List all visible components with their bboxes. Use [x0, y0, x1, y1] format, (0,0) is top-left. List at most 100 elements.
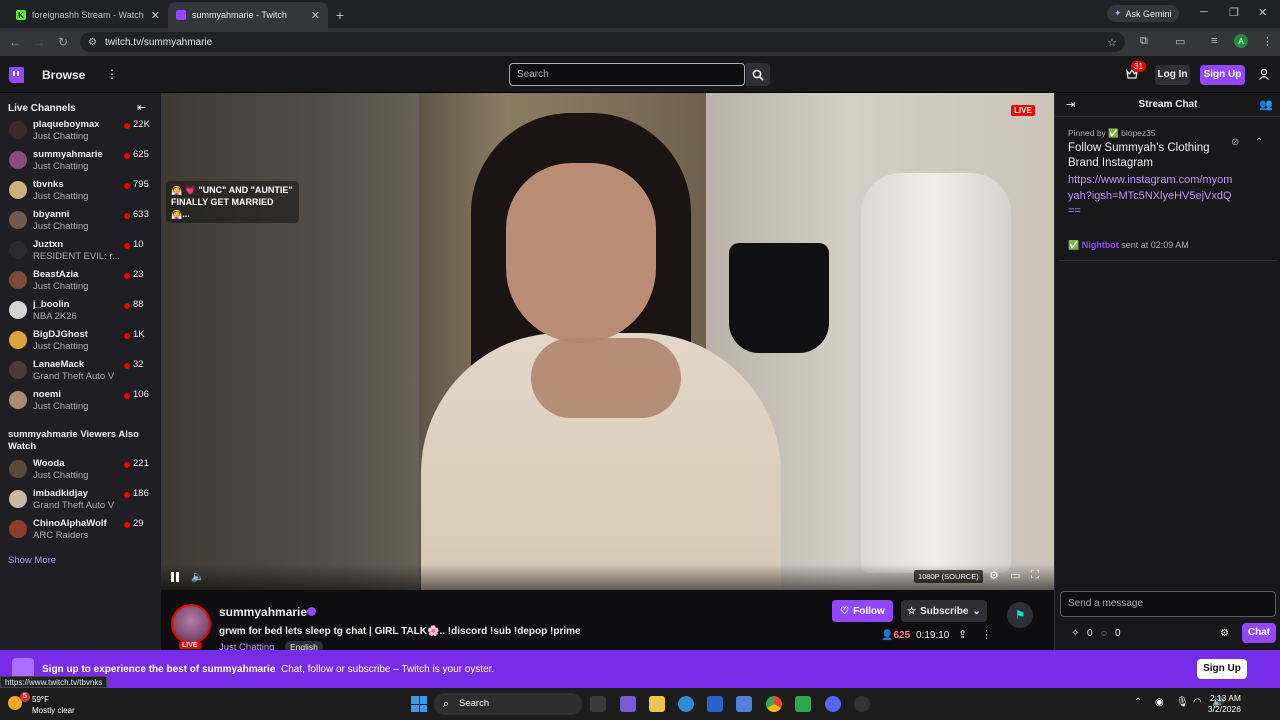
signup-button[interactable]: Sign Up [1200, 65, 1245, 85]
sidebar-channel-item[interactable]: noemi Just Chatting 106 [0, 385, 161, 415]
share-icon[interactable]: ⇪ [958, 628, 967, 641]
file-explorer-icon[interactable] [649, 696, 665, 712]
new-tab-button[interactable]: + [328, 2, 352, 28]
browser-tab-twitch[interactable]: summyahmarie - Twitch ✕ [168, 2, 328, 28]
sidebar-channel-item[interactable]: LanaeMack Grand Theft Auto V 32 [0, 355, 161, 385]
tab-title: summyahmarie - Twitch [192, 10, 287, 20]
channel-avatar [9, 241, 27, 259]
fullscreen-icon[interactable]: ⛶ [1031, 569, 1039, 582]
subscribe-button[interactable]: ☆ Subscribe ⌄ [901, 600, 987, 622]
pinned-instagram-link[interactable]: https://www.instagram.com/myomyah?igsh=M… [1068, 173, 1233, 220]
pause-icon[interactable] [171, 572, 179, 582]
browse-link[interactable]: Browse [42, 68, 85, 82]
chat-settings-icon[interactable]: ⚙ [1220, 628, 1229, 639]
follow-button[interactable]: ♡ Follow [832, 600, 893, 622]
network-app-icon[interactable]: ◉ [1155, 697, 1164, 708]
sidebar-channel-item[interactable]: BeastAzia Just Chatting 23 [0, 265, 161, 295]
channel-category: RESIDENT EVIL: r... [33, 251, 120, 262]
restore-icon[interactable]: ❐ [1229, 6, 1239, 19]
app-icon[interactable] [795, 696, 811, 712]
discord-icon[interactable] [825, 696, 841, 712]
show-more-link[interactable]: Show More [8, 555, 56, 566]
sidebar-channel-item[interactable]: plaqueboymax Just Chatting 22K [0, 115, 161, 145]
sidebar-channel-item[interactable]: summyahmarie Just Chatting 625 [0, 145, 161, 175]
chrome-menu-icon[interactable]: ⋮ [1262, 35, 1273, 48]
address-bar[interactable]: ⚙ twitch.tv/summyahmarie ☆ [80, 32, 1125, 52]
sidebar-channel-item[interactable]: j_boolin NBA 2K26 88 [0, 295, 161, 325]
sidebar-channel-item[interactable]: BigDJGhost Just Chatting 1K [0, 325, 161, 355]
taskbar-search[interactable]: Search [434, 693, 582, 715]
live-dot-icon [124, 213, 130, 219]
pinned-message-text: Follow Summyah's Clothing Brand Instagra… [1068, 142, 1210, 169]
task-view-icon[interactable] [590, 696, 606, 712]
channel-avatar [9, 151, 27, 169]
pinned-footer: ✅ Nightbot sent at 02:09 AM [1068, 240, 1189, 251]
sidebar-channel-item[interactable]: Wooda Just Chatting 221 [0, 454, 161, 484]
bookmark-star-icon[interactable]: ☆ [1107, 36, 1117, 49]
chevron-up-icon[interactable]: ⌃ [1255, 137, 1263, 148]
bits-icon[interactable]: ✧ [1071, 628, 1079, 639]
reading-list-icon[interactable]: ≡ [1211, 35, 1217, 47]
chat-message-input[interactable]: Send a message [1060, 591, 1276, 617]
microphone-icon[interactable]: 🎙 [1176, 697, 1189, 708]
banner-signup-button[interactable]: Sign Up [1197, 659, 1247, 679]
channel-points-icon[interactable]: ◌ [1101, 628, 1107, 639]
close-tab-icon[interactable]: ✕ [311, 9, 320, 22]
reload-icon[interactable]: ↻ [51, 35, 75, 49]
volume-icon[interactable]: 🔈 [191, 570, 205, 583]
collapse-sidebar-icon[interactable]: ⇤ [137, 101, 146, 114]
windows-start-icon[interactable] [411, 696, 427, 712]
follow-label: Follow [853, 605, 885, 617]
edge-browser-icon[interactable] [678, 696, 694, 712]
chrome-browser-icon[interactable] [766, 696, 782, 712]
close-tab-icon[interactable]: ✕ [151, 9, 160, 22]
back-icon[interactable]: ← [3, 35, 27, 49]
gift-sub-button[interactable]: ⚑ [1007, 602, 1033, 628]
search-button[interactable] [746, 63, 770, 86]
user-icon[interactable] [1258, 68, 1270, 80]
hide-pin-icon[interactable]: ⊘ [1231, 137, 1239, 148]
sender-name[interactable]: Nightbot [1082, 240, 1119, 250]
settings-gear-icon[interactable]: ⚙ [989, 569, 999, 582]
community-icon[interactable]: 👥 [1259, 98, 1273, 111]
streamer-avatar[interactable] [171, 604, 211, 644]
store-icon[interactable] [707, 696, 723, 712]
live-dot-icon [124, 303, 130, 309]
wifi-icon[interactable]: ◠ [1193, 697, 1202, 708]
sidebar-channel-item[interactable]: bbyanni Just Chatting 633 [0, 205, 161, 235]
live-badge: LIVE [1011, 105, 1035, 116]
minimize-icon[interactable]: ─ [1200, 6, 1208, 18]
cast-icon[interactable]: ▭ [1175, 35, 1185, 48]
verified-icon [307, 607, 316, 616]
sidebar-channel-item[interactable]: ChinoAlphaWolf ARC Raiders 29 [0, 514, 161, 544]
sidebar-channel-item[interactable]: imbadkidjay Grand Theft Auto V 186 [0, 484, 161, 514]
outlook-icon[interactable] [736, 696, 752, 712]
more-options-icon[interactable]: ⋮ [981, 628, 992, 641]
site-info-icon[interactable]: ⚙ [88, 37, 97, 48]
twitch-logo-icon[interactable] [9, 67, 24, 83]
sidebar-channel-item[interactable]: Juztxn RESIDENT EVIL: r... 10 [0, 235, 161, 265]
video-player[interactable]: 👰 💗 "UNC" AND "AUNTIE" FINALLY GET MARRI… [161, 93, 1054, 590]
search-input[interactable]: Search [509, 63, 745, 86]
streamer-name[interactable]: summyahmarie [219, 605, 307, 619]
extensions-icon[interactable]: ⧉ [1140, 35, 1148, 48]
chat-send-button[interactable]: Chat [1242, 623, 1276, 643]
theatre-mode-icon[interactable]: ▭ [1010, 569, 1020, 582]
channel-avatar [9, 121, 27, 139]
system-clock[interactable]: 2:13 AM 3/2/2026 [1205, 693, 1241, 715]
sidebar-channel-item[interactable]: tbvnks Just Chatting 795 [0, 175, 161, 205]
more-menu-icon[interactable]: ⋮ [106, 67, 118, 81]
channel-name: Wooda [33, 458, 65, 469]
copilot-app-icon[interactable] [620, 696, 636, 712]
media-app-icon[interactable] [854, 696, 870, 712]
signup-banner: Sign up to experience the best of summya… [0, 650, 1280, 688]
channel-category: Grand Theft Auto V [33, 371, 115, 382]
profile-avatar[interactable]: A [1234, 34, 1248, 48]
forward-icon[interactable]: → [27, 35, 51, 49]
ask-gemini-button[interactable]: ✦ Ask Gemini [1107, 5, 1179, 22]
close-window-icon[interactable]: ✕ [1258, 6, 1267, 19]
login-button[interactable]: Log In [1155, 65, 1190, 85]
show-hidden-icons-icon[interactable]: ⌃ [1134, 697, 1142, 708]
banner-text: Sign up to experience the best of summya… [42, 664, 495, 675]
browser-tab-kick[interactable]: K foreignashh Stream - Watch Live ✕ [8, 2, 168, 28]
